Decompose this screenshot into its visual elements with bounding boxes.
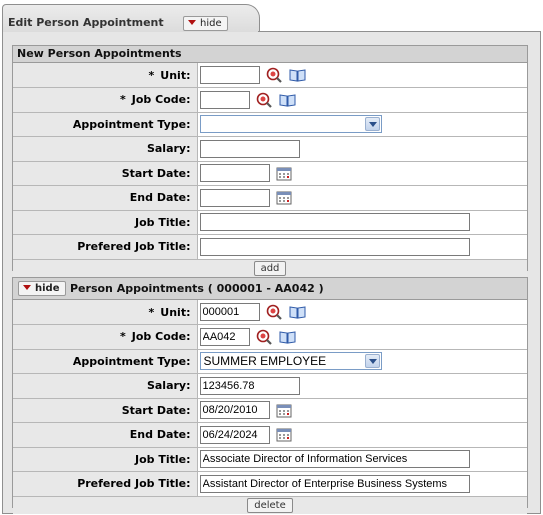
prefered-job-title-input[interactable] xyxy=(199,474,470,493)
start-date-label: Start Date: xyxy=(13,161,198,186)
form-row-appointment-type: Appointment Type: SUMMER EMPLOYEE xyxy=(13,349,527,374)
tab: Edit Person Appointment hide xyxy=(2,4,260,32)
salary-label: Salary: xyxy=(13,373,198,399)
job-code-label: Job Code: xyxy=(131,93,191,107)
appointment-type-label: Appointment Type: xyxy=(13,112,198,137)
delete-button[interactable]: delete xyxy=(247,497,293,513)
search-icon[interactable] xyxy=(266,304,282,320)
tab-header: Edit Person Appointment hide xyxy=(0,0,543,32)
job-code-input[interactable] xyxy=(199,90,250,109)
new-appointments-section: New Person Appointments * Unit: * Job Code… xyxy=(12,45,528,277)
appointment-type-value: SUMMER EMPLOYEE xyxy=(203,354,327,369)
calendar-icon[interactable] xyxy=(276,427,292,442)
tab-hide-label: hide xyxy=(200,18,222,29)
new-appointments-form: * Unit: * Job Code: Appointment Type: Sala… xyxy=(13,63,527,277)
person-appointments-form: * Unit: * Job Code: Appointment Type: SUMM… xyxy=(13,300,527,514)
required-marker: * xyxy=(120,93,126,107)
dropdown-arrow-icon[interactable] xyxy=(364,354,380,369)
start-date-label: Start Date: xyxy=(13,398,198,423)
form-row-job-title: Job Title: xyxy=(13,210,527,235)
lookup-book-icon[interactable] xyxy=(279,330,296,344)
end-date-input[interactable] xyxy=(199,188,270,207)
prefered-job-title-label: Prefered Job Title: xyxy=(13,471,198,497)
section-hide-label: hide xyxy=(35,283,60,294)
search-icon[interactable] xyxy=(256,329,272,345)
appointment-type-label: Appointment Type: xyxy=(13,349,198,374)
required-marker: * xyxy=(148,305,155,319)
lookup-book-icon[interactable] xyxy=(289,305,306,319)
job-title-input[interactable] xyxy=(199,450,470,469)
form-row-start-date: Start Date: xyxy=(13,398,527,423)
search-icon[interactable] xyxy=(256,92,272,108)
tab-title: Edit Person Appointment xyxy=(8,16,164,29)
form-row-end-date: End Date: xyxy=(13,185,527,211)
person-appointments-title: Person Appointments ( 000001 - AA042 ) xyxy=(70,282,324,295)
section-hide-button[interactable]: hide xyxy=(18,281,66,296)
salary-label: Salary: xyxy=(13,136,198,162)
unit-label: Unit: xyxy=(160,68,191,82)
form-row-job-title: Job Title: xyxy=(13,447,527,472)
unit-label: Unit: xyxy=(160,305,191,319)
required-marker: * xyxy=(148,68,155,82)
form-row-appointment-type: Appointment Type: xyxy=(13,112,527,137)
hide-triangle-icon xyxy=(188,20,196,25)
form-row-start-date: Start Date: xyxy=(13,161,527,186)
start-date-input[interactable] xyxy=(199,164,270,183)
unit-input[interactable] xyxy=(199,66,260,84)
appointment-type-select[interactable]: SUMMER EMPLOYEE xyxy=(199,352,382,371)
start-date-input[interactable] xyxy=(199,401,270,420)
hide-triangle-icon xyxy=(23,285,31,290)
job-code-label: Job Code: xyxy=(131,330,191,344)
job-title-label: Job Title: xyxy=(13,447,198,472)
add-row: add xyxy=(13,259,527,277)
dropdown-arrow-icon[interactable] xyxy=(364,117,380,132)
end-date-label: End Date: xyxy=(13,422,198,448)
form-row-job-code: * Job Code: xyxy=(13,324,527,350)
calendar-icon[interactable] xyxy=(276,190,292,205)
end-date-input[interactable] xyxy=(199,425,270,444)
prefered-job-title-label: Prefered Job Title: xyxy=(13,234,198,260)
form-row-salary: Salary: xyxy=(13,136,527,162)
form-row-end-date: End Date: xyxy=(13,422,527,448)
form-row-salary: Salary: xyxy=(13,373,527,399)
new-appointments-header: New Person Appointments xyxy=(13,46,527,63)
salary-input[interactable] xyxy=(199,139,300,158)
search-icon[interactable] xyxy=(266,67,282,83)
form-row-unit: * Unit: xyxy=(13,63,527,88)
person-appointments-section: hide Person Appointments ( 000001 - AA04… xyxy=(12,277,528,514)
person-appointments-header: hide Person Appointments ( 000001 - AA04… xyxy=(13,278,527,300)
form-row-prefered-job-title: Prefered Job Title: xyxy=(13,234,527,260)
appointment-type-select[interactable] xyxy=(199,115,382,134)
job-title-label: Job Title: xyxy=(13,210,198,235)
tab-hide-button[interactable]: hide xyxy=(183,16,228,31)
prefered-job-title-input[interactable] xyxy=(199,237,470,256)
lookup-book-icon[interactable] xyxy=(279,93,296,107)
form-row-job-code: * Job Code: xyxy=(13,87,527,113)
end-date-label: End Date: xyxy=(13,185,198,211)
form-row-unit: * Unit: xyxy=(13,300,527,325)
required-marker: * xyxy=(120,330,126,344)
delete-row: delete xyxy=(13,496,527,514)
unit-input[interactable] xyxy=(199,303,260,321)
job-code-input[interactable] xyxy=(199,327,250,346)
job-title-input[interactable] xyxy=(199,213,470,232)
form-row-prefered-job-title: Prefered Job Title: xyxy=(13,471,527,497)
salary-input[interactable] xyxy=(199,376,300,395)
calendar-icon[interactable] xyxy=(276,403,292,418)
calendar-icon[interactable] xyxy=(276,166,292,181)
add-button[interactable]: add xyxy=(253,260,287,276)
lookup-book-icon[interactable] xyxy=(289,68,306,82)
